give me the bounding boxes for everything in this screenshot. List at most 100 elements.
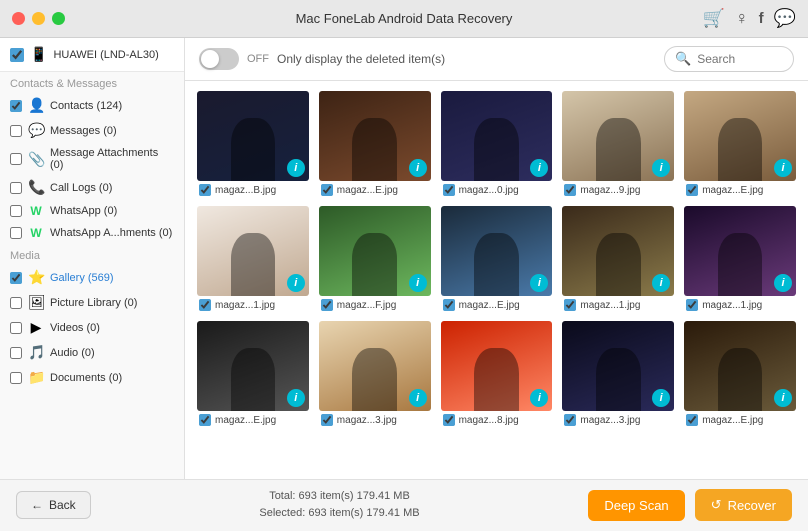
grid-item[interactable]: i magaz...B.jpg <box>197 91 309 196</box>
item-checkbox[interactable] <box>199 299 211 311</box>
item-checkbox[interactable] <box>443 414 455 426</box>
footer-buttons: Deep Scan ↺ Recover <box>588 489 792 521</box>
attachments-icon: 📎 <box>28 151 44 168</box>
main-layout: 📱 HUAWEI (LND-AL30) Contacts & Messages … <box>0 38 808 479</box>
image-wrapper: i <box>197 321 309 411</box>
videos-checkbox[interactable] <box>10 322 22 334</box>
item-check-row: magaz...1.jpg <box>197 299 309 311</box>
item-checkbox[interactable] <box>321 414 333 426</box>
person-shape <box>352 348 397 411</box>
item-checkbox[interactable] <box>443 299 455 311</box>
person-shape <box>596 233 641 296</box>
audio-label: Audio (0) <box>50 347 95 359</box>
attachments-label: Message Attachments (0) <box>50 147 174 171</box>
sidebar-item-audio[interactable]: 🎵 Audio (0) <box>0 340 184 365</box>
device-row[interactable]: 📱 HUAWEI (LND-AL30) <box>0 38 184 72</box>
sidebar-item-contacts[interactable]: 👤 Contacts (124) <box>0 93 184 118</box>
sidebar-item-calllogs[interactable]: 📞 Call Logs (0) <box>0 175 184 200</box>
item-checkbox[interactable] <box>564 414 576 426</box>
grid-item[interactable]: i magaz...3.jpg <box>319 321 431 426</box>
sidebar-item-whatsapp[interactable]: W WhatsApp (0) <box>0 200 184 222</box>
item-checkbox[interactable] <box>564 184 576 196</box>
chat-icon[interactable]: 💬 <box>774 8 796 29</box>
item-filename: magaz...3.jpg <box>580 415 640 426</box>
calllogs-icon: 📞 <box>28 179 44 196</box>
sidebar-item-attachments[interactable]: 📎 Message Attachments (0) <box>0 143 184 175</box>
grid-item[interactable]: i magaz...0.jpg <box>441 91 553 196</box>
item-checkbox[interactable] <box>564 299 576 311</box>
item-checkbox[interactable] <box>199 414 211 426</box>
gallery-checkbox[interactable] <box>10 272 22 284</box>
sidebar-item-gallery[interactable]: ⭐ Gallery (569) <box>0 265 184 290</box>
back-button[interactable]: ← Back <box>16 491 91 519</box>
toggle-area: OFF Only display the deleted item(s) <box>199 48 445 70</box>
toggle-description: Only display the deleted item(s) <box>277 52 445 66</box>
sidebar-item-messages[interactable]: 💬 Messages (0) <box>0 118 184 143</box>
messages-icon: 💬 <box>28 122 44 139</box>
grid-item[interactable]: i magaz...9.jpg <box>562 91 674 196</box>
info-badge[interactable]: i <box>409 274 427 292</box>
image-wrapper: i <box>562 91 674 181</box>
item-checkbox[interactable] <box>686 299 698 311</box>
grid-item[interactable]: i magaz...1.jpg <box>197 206 309 311</box>
info-badge[interactable]: i <box>409 389 427 407</box>
item-checkbox[interactable] <box>686 184 698 196</box>
cart-icon[interactable]: 🛒 <box>703 8 725 29</box>
whatsapp-checkbox[interactable] <box>10 205 22 217</box>
calllogs-checkbox[interactable] <box>10 182 22 194</box>
person-shape <box>596 118 641 181</box>
profile-icon[interactable]: ♀ <box>735 8 749 29</box>
item-checkbox[interactable] <box>686 414 698 426</box>
info-badge[interactable]: i <box>287 274 305 292</box>
search-box[interactable]: 🔍 <box>664 46 794 72</box>
grid-item[interactable]: i magaz...1.jpg <box>684 206 796 311</box>
item-checkbox[interactable] <box>443 184 455 196</box>
item-checkbox[interactable] <box>199 184 211 196</box>
grid-item[interactable]: i magaz...E.jpg <box>684 91 796 196</box>
sidebar-item-documents[interactable]: 📁 Documents (0) <box>0 365 184 390</box>
grid-area: i magaz...B.jpg i magaz...E.jpg <box>185 81 808 479</box>
info-badge[interactable]: i <box>409 159 427 177</box>
contacts-checkbox[interactable] <box>10 100 22 112</box>
attachments-checkbox[interactable] <box>10 153 22 165</box>
image-wrapper: i <box>441 91 553 181</box>
messages-checkbox[interactable] <box>10 125 22 137</box>
item-check-row: magaz...B.jpg <box>197 184 309 196</box>
info-badge[interactable]: i <box>774 159 792 177</box>
contacts-label: Contacts (124) <box>50 100 122 112</box>
item-checkbox[interactable] <box>321 299 333 311</box>
person-shape <box>352 233 397 296</box>
item-checkbox[interactable] <box>321 184 333 196</box>
grid-item[interactable]: i magaz...3.jpg <box>562 321 674 426</box>
search-input[interactable] <box>697 52 783 66</box>
whatsapp-attach-checkbox[interactable] <box>10 227 22 239</box>
sidebar-item-videos[interactable]: ▶ Videos (0) <box>0 315 184 340</box>
person-shape <box>231 233 276 296</box>
whatsapp-label: WhatsApp (0) <box>50 205 117 217</box>
grid-item[interactable]: i magaz...E.jpg <box>197 321 309 426</box>
facebook-icon[interactable]: f <box>759 10 764 27</box>
grid-item[interactable]: i magaz...E.jpg <box>441 206 553 311</box>
info-badge[interactable]: i <box>287 389 305 407</box>
close-button[interactable] <box>12 12 25 25</box>
grid-item[interactable]: i magaz...8.jpg <box>441 321 553 426</box>
section-media: Media <box>0 244 184 265</box>
picture-library-checkbox[interactable] <box>10 297 22 309</box>
device-checkbox[interactable] <box>10 48 24 62</box>
deep-scan-button[interactable]: Deep Scan <box>588 490 684 521</box>
audio-checkbox[interactable] <box>10 347 22 359</box>
info-badge[interactable]: i <box>774 274 792 292</box>
grid-item[interactable]: i magaz...F.jpg <box>319 206 431 311</box>
grid-item[interactable]: i magaz...E.jpg <box>684 321 796 426</box>
info-badge[interactable]: i <box>774 389 792 407</box>
documents-checkbox[interactable] <box>10 372 22 384</box>
grid-item[interactable]: i magaz...E.jpg <box>319 91 431 196</box>
maximize-button[interactable] <box>52 12 65 25</box>
sidebar-item-whatsapp-attach[interactable]: W WhatsApp A...hments (0) <box>0 222 184 244</box>
recover-button[interactable]: ↺ Recover <box>695 489 792 521</box>
grid-item[interactable]: i magaz...1.jpg <box>562 206 674 311</box>
sidebar-item-picture-library[interactable]: 🖼 Picture Library (0) <box>0 290 184 315</box>
toggle-switch[interactable] <box>199 48 239 70</box>
info-badge[interactable]: i <box>287 159 305 177</box>
minimize-button[interactable] <box>32 12 45 25</box>
